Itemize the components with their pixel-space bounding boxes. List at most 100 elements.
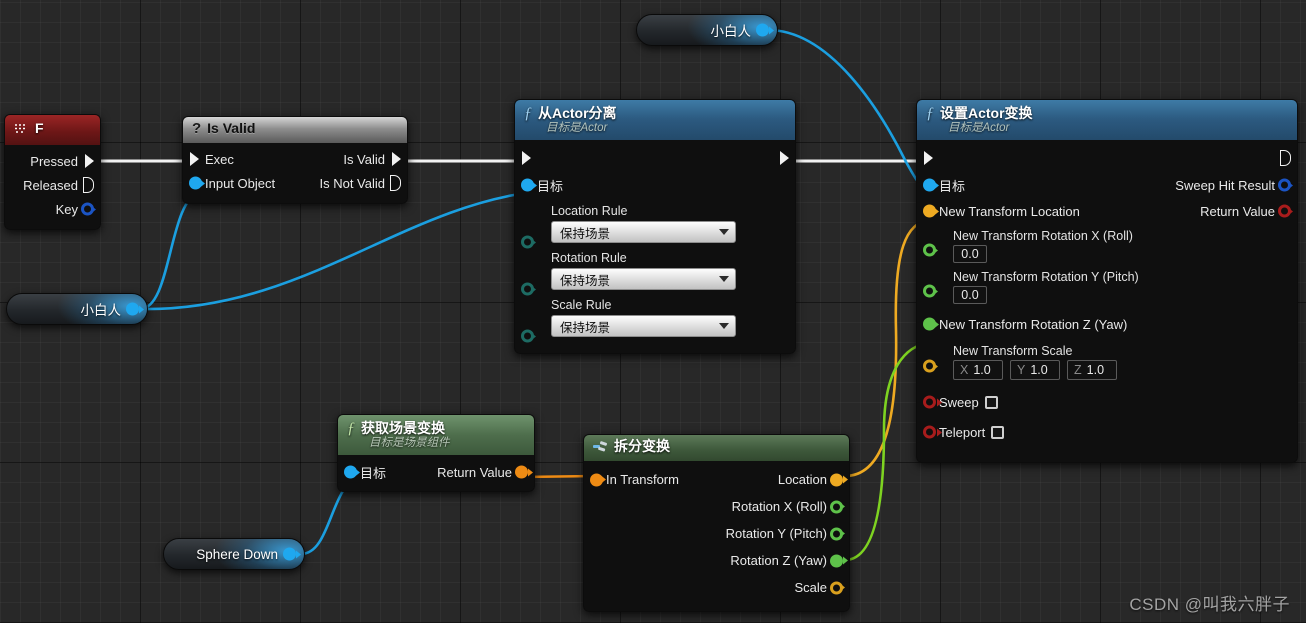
- data-in-pin-sweep[interactable]: [923, 395, 936, 409]
- variable-node-xiaobairen-left[interactable]: 小白人: [6, 293, 148, 325]
- exec-in-pin[interactable]: [190, 152, 199, 166]
- data-in-pin-rotation-y[interactable]: [923, 284, 936, 298]
- pin-row-exec[interactable]: [917, 144, 1297, 172]
- pin-row-teleport[interactable]: Teleport: [917, 418, 1297, 446]
- data-out-pin-return-value[interactable]: [515, 465, 528, 479]
- node-break-transform[interactable]: 拆分变换 In Transform Location Rotation X (R…: [583, 434, 850, 612]
- pin-label: Rotation Y (Pitch): [725, 526, 827, 541]
- node-body: Pressed Released Key: [5, 145, 100, 229]
- data-in-pin-rotation-x[interactable]: [923, 243, 936, 257]
- pin-row-rotation-x[interactable]: Rotation X (Roll): [584, 493, 849, 520]
- pin-row-input-object[interactable]: Input Object Is Not Valid: [183, 171, 407, 195]
- exec-out-pin[interactable]: [1280, 150, 1291, 166]
- exec-in-pin[interactable]: [522, 151, 531, 165]
- data-in-pin-location-rule[interactable]: [521, 235, 534, 249]
- pin-label: New Transform Rotation Z (Yaw): [939, 316, 1128, 332]
- node-header: F: [5, 115, 100, 145]
- pin-label: 目标: [939, 178, 966, 194]
- data-in-pin-in-transform[interactable]: [590, 473, 603, 486]
- scale-z-input[interactable]: Z 1.0: [1067, 360, 1117, 380]
- data-out-pin-rotation-y[interactable]: [830, 527, 843, 540]
- rotation-y-input[interactable]: 0.0: [953, 286, 987, 304]
- node-is-valid[interactable]: ? Is Valid Exec Is Valid Input Object Is…: [182, 116, 408, 204]
- data-in-pin-teleport[interactable]: [923, 425, 936, 439]
- data-in-pin-rotation-rule[interactable]: [521, 282, 534, 296]
- pin-label: New Transform Location: [939, 203, 1080, 219]
- data-out-pin-key[interactable]: [81, 202, 94, 216]
- chevron-down-icon: [719, 323, 729, 329]
- pin-label: New Transform Rotation X (Roll): [953, 229, 1133, 243]
- pin-row-target[interactable]: 目标 Sweep Hit Result: [917, 172, 1297, 198]
- exec-out-pin-is-not-valid[interactable]: [390, 175, 401, 191]
- pin-row-scale[interactable]: Scale: [584, 574, 849, 601]
- pin-label: Rotation X (Roll): [731, 499, 827, 514]
- data-in-pin-target[interactable]: [521, 178, 534, 192]
- data-in-pin-new-transform-scale[interactable]: [923, 359, 936, 373]
- pin-row-pressed[interactable]: Pressed: [5, 149, 100, 173]
- question-icon: ?: [192, 120, 202, 137]
- exec-out-pin-is-valid[interactable]: [392, 152, 401, 166]
- data-in-pin-input-object[interactable]: [189, 176, 202, 190]
- scale-x-input[interactable]: X 1.0: [953, 360, 1003, 380]
- exec-out-pin-released[interactable]: [83, 177, 94, 193]
- node-set-actor-transform[interactable]: ƒ 设置Actor变换 目标是Actor 目标 Sweep Hit Result: [916, 99, 1298, 463]
- data-out-pin-return-value[interactable]: [1278, 204, 1291, 218]
- function-icon: ƒ: [926, 105, 934, 122]
- variable-node-sphere-down[interactable]: Sphere Down: [163, 538, 305, 570]
- scale-rule-dropdown[interactable]: 保持场景: [551, 315, 736, 337]
- node-key-event-f[interactable]: F Pressed Released Key: [4, 114, 101, 230]
- node-title: Is Valid: [207, 120, 256, 136]
- node-get-world-transform[interactable]: ƒ 获取场景变换 目标是场景组件 目标 Return Value: [337, 414, 535, 492]
- node-header: 拆分变换: [584, 435, 849, 461]
- keyboard-icon: [14, 122, 29, 135]
- node-title: 设置Actor变换: [940, 105, 1033, 121]
- data-out-pin-location[interactable]: [830, 473, 843, 486]
- field-rotation-rule: Rotation Rule 保持场景: [515, 251, 795, 296]
- pin-row-in-transform-location[interactable]: In Transform Location: [584, 466, 849, 493]
- axis-label-z: Z: [1074, 363, 1082, 377]
- pin-row-target[interactable]: 目标: [515, 172, 795, 198]
- data-in-pin-target[interactable]: [344, 465, 357, 479]
- pin-row-exec[interactable]: Exec Is Valid: [183, 147, 407, 171]
- sweep-checkbox[interactable]: [984, 395, 998, 409]
- data-in-pin-new-transform-location[interactable]: [923, 204, 936, 218]
- rotation-x-input[interactable]: 0.0: [953, 245, 987, 263]
- data-out-pin-sweep-hit-result[interactable]: [1278, 178, 1291, 192]
- exec-out-pin-pressed[interactable]: [85, 154, 94, 168]
- variable-output-pin[interactable]: [126, 302, 139, 316]
- pin-row-rotation-z[interactable]: New Transform Rotation Z (Yaw): [917, 311, 1297, 337]
- variable-node-xiaobairen-top[interactable]: 小白人: [636, 14, 778, 46]
- teleport-checkbox[interactable]: [991, 425, 1005, 439]
- exec-out-pin[interactable]: [780, 151, 789, 165]
- variable-label: 小白人: [80, 303, 122, 318]
- variable-output-pin[interactable]: [283, 547, 296, 561]
- variable-output-pin[interactable]: [756, 23, 769, 37]
- location-rule-dropdown[interactable]: 保持场景: [551, 221, 736, 243]
- pin-row-exec[interactable]: [515, 144, 795, 172]
- pin-row-sweep[interactable]: Sweep: [917, 388, 1297, 416]
- chevron-down-icon: [719, 276, 729, 282]
- data-out-pin-rotation-x[interactable]: [830, 500, 843, 513]
- pin-label: 目标: [360, 465, 387, 481]
- pin-label: Is Valid: [343, 151, 385, 167]
- data-in-pin-scale-rule[interactable]: [521, 329, 534, 343]
- node-title: 从Actor分离: [538, 105, 617, 121]
- pin-label: Return Value: [437, 464, 512, 480]
- data-out-pin-scale[interactable]: [830, 581, 843, 594]
- blueprint-graph-canvas[interactable]: 小白人 小白人 Sphere Down F Pressed Released K…: [0, 0, 1306, 623]
- rotation-rule-dropdown[interactable]: 保持场景: [551, 268, 736, 290]
- dropdown-value: 保持场景: [560, 226, 611, 241]
- pin-row-released[interactable]: Released: [5, 173, 100, 197]
- data-in-pin-target[interactable]: [923, 178, 936, 192]
- node-detach-from-actor[interactable]: ƒ 从Actor分离 目标是Actor 目标 Location Rule 保持场…: [514, 99, 796, 354]
- pin-row-target-return[interactable]: 目标 Return Value: [338, 459, 534, 485]
- exec-in-pin[interactable]: [924, 151, 933, 165]
- scale-y-input[interactable]: Y 1.0: [1010, 360, 1060, 380]
- pin-row-rotation-z[interactable]: Rotation Z (Yaw): [584, 547, 849, 574]
- pin-row-new-transform-location[interactable]: New Transform Location Return Value: [917, 198, 1297, 224]
- pin-row-rotation-y[interactable]: Rotation Y (Pitch): [584, 520, 849, 547]
- data-out-pin-rotation-z[interactable]: [830, 554, 843, 567]
- pin-row-key[interactable]: Key: [5, 197, 100, 221]
- node-subtitle: 目标是场景组件: [369, 437, 450, 449]
- data-in-pin-rotation-z[interactable]: [923, 317, 936, 331]
